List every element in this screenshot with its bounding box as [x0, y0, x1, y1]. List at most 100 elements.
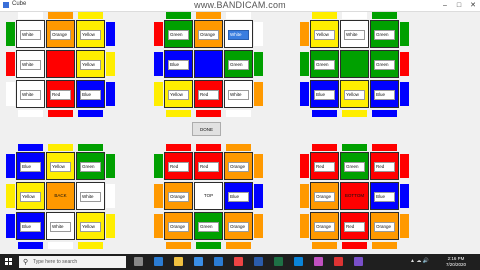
close-button[interactable]: ✕	[466, 0, 480, 11]
cell-color-field[interactable]: Red	[374, 162, 395, 172]
cell-color-field[interactable]: Yellow	[344, 90, 365, 100]
cell-color-field[interactable]: Blue	[374, 192, 395, 202]
cube-cell[interactable]: Red	[46, 80, 75, 108]
edge-icon[interactable]	[154, 257, 163, 266]
cube-cell[interactable]: White	[16, 80, 45, 108]
cube-cell[interactable]: Yellow	[16, 182, 45, 210]
task-view-icon[interactable]	[134, 257, 143, 266]
cube-cell[interactable]: Orange	[164, 212, 193, 240]
cube-cell[interactable]: Orange	[370, 212, 399, 240]
cube-cell[interactable]: Green	[340, 152, 369, 180]
windows-start-icon[interactable]	[5, 258, 13, 266]
cube-cell[interactable]: Red	[194, 152, 223, 180]
cell-color-field[interactable]: Orange	[198, 30, 219, 40]
store-icon[interactable]	[194, 257, 203, 266]
cell-color-field[interactable]: Blue	[374, 90, 395, 100]
cell-color-field[interactable]: Orange	[228, 162, 249, 172]
cube-cell[interactable]: White	[340, 20, 369, 48]
cube-cell[interactable]: Yellow	[310, 20, 339, 48]
cube-cell[interactable]: Red	[340, 212, 369, 240]
cube-cell[interactable]: Blue	[16, 212, 45, 240]
cube-cell[interactable]: Red	[194, 80, 223, 108]
cell-color-field[interactable]: White	[20, 90, 41, 100]
cell-color-field[interactable]: White	[228, 90, 249, 100]
cube-cell[interactable]: White	[224, 20, 253, 48]
cube-cell[interactable]: Green	[224, 50, 253, 78]
cube-cell[interactable]: White	[16, 20, 45, 48]
cube-cell[interactable]: Green	[164, 20, 193, 48]
cell-color-field[interactable]: White	[50, 222, 71, 232]
cell-color-field[interactable]: Red	[314, 162, 335, 172]
cell-color-field[interactable]: Red	[168, 162, 189, 172]
cell-color-field[interactable]: Blue	[314, 90, 335, 100]
cube-cell[interactable]: Red	[164, 152, 193, 180]
cube-cell[interactable]: Orange	[310, 212, 339, 240]
cube-cell[interactable]: Green	[370, 20, 399, 48]
cube-cell[interactable]: White	[76, 182, 105, 210]
cube-cell[interactable]	[340, 50, 369, 78]
cell-color-field[interactable]: Orange	[168, 192, 189, 202]
done-button[interactable]: DONE	[192, 122, 221, 136]
cell-color-field[interactable]: Green	[314, 60, 335, 70]
cube-cell[interactable]: Orange	[46, 20, 75, 48]
cube-cell[interactable]: TOP	[194, 182, 223, 210]
cube-cell[interactable]: Blue	[76, 80, 105, 108]
cell-color-field[interactable]: Blue	[20, 222, 41, 232]
minimize-button[interactable]: –	[438, 0, 452, 11]
cube-cell[interactable]: Yellow	[340, 80, 369, 108]
cell-color-field[interactable]: Orange	[374, 222, 395, 232]
photos-icon[interactable]	[294, 257, 303, 266]
cube-cell[interactable]: Green	[76, 152, 105, 180]
cell-color-field[interactable]: Orange	[50, 30, 71, 40]
cube-cell[interactable]: Blue	[310, 80, 339, 108]
cube-cell[interactable]: Green	[370, 50, 399, 78]
media-icon[interactable]	[314, 257, 323, 266]
cell-color-field[interactable]: Green	[80, 162, 101, 172]
cell-color-field[interactable]: Blue	[20, 162, 41, 172]
cell-color-field[interactable]: Green	[168, 30, 189, 40]
cube-cell[interactable]: Blue	[224, 182, 253, 210]
cube-cell[interactable]: White	[224, 80, 253, 108]
cell-color-field[interactable]: Yellow	[314, 30, 335, 40]
cell-color-field[interactable]: Yellow	[20, 192, 41, 202]
cube-cell[interactable]: Orange	[224, 212, 253, 240]
cube-cell[interactable]: Blue	[164, 50, 193, 78]
taskbar-search[interactable]: ⚲ Type here to search	[19, 256, 126, 268]
cube-cell[interactable]: Yellow	[46, 152, 75, 180]
mail-icon[interactable]	[214, 257, 223, 266]
cell-color-field[interactable]: Orange	[168, 222, 189, 232]
cube-cell[interactable]: Blue	[370, 182, 399, 210]
cube-cell[interactable]	[46, 50, 75, 78]
cell-color-field[interactable]: Orange	[314, 192, 335, 202]
cube-cell[interactable]: White	[46, 212, 75, 240]
cell-color-field[interactable]: White	[80, 192, 101, 202]
cell-color-field[interactable]: Yellow	[168, 90, 189, 100]
cube-cell[interactable]: Blue	[370, 80, 399, 108]
cube-cell[interactable]: Red	[310, 152, 339, 180]
cell-color-field[interactable]: White	[20, 30, 41, 40]
cube-cell[interactable]: BACK	[46, 182, 75, 210]
cell-color-field[interactable]: Red	[198, 162, 219, 172]
cell-color-field[interactable]: Yellow	[50, 162, 71, 172]
cell-color-field[interactable]: Green	[228, 60, 249, 70]
cell-color-field[interactable]: Green	[344, 162, 365, 172]
cell-color-field[interactable]: Orange	[228, 222, 249, 232]
bandicam-icon[interactable]	[334, 257, 343, 266]
cell-color-field[interactable]: Red	[344, 222, 365, 232]
file-explorer-icon[interactable]	[174, 257, 183, 266]
cell-color-field[interactable]: Green	[198, 222, 219, 232]
cube-cell[interactable]: Orange	[164, 182, 193, 210]
cell-color-field[interactable]: Blue	[228, 192, 249, 202]
cube-cell[interactable]: Red	[370, 152, 399, 180]
chrome-icon[interactable]	[234, 257, 243, 266]
cube-cell[interactable]: Orange	[224, 152, 253, 180]
cube-cell[interactable]: Yellow	[76, 50, 105, 78]
cell-color-field[interactable]: Yellow	[80, 60, 101, 70]
cube-cell[interactable]: Blue	[16, 152, 45, 180]
cell-color-field[interactable]: White	[20, 60, 41, 70]
cube-cell[interactable]: White	[16, 50, 45, 78]
cube-cell[interactable]: Orange	[310, 182, 339, 210]
maximize-button[interactable]: □	[452, 0, 466, 11]
cell-color-field[interactable]: White	[228, 30, 249, 40]
cell-color-field[interactable]: White	[344, 30, 365, 40]
